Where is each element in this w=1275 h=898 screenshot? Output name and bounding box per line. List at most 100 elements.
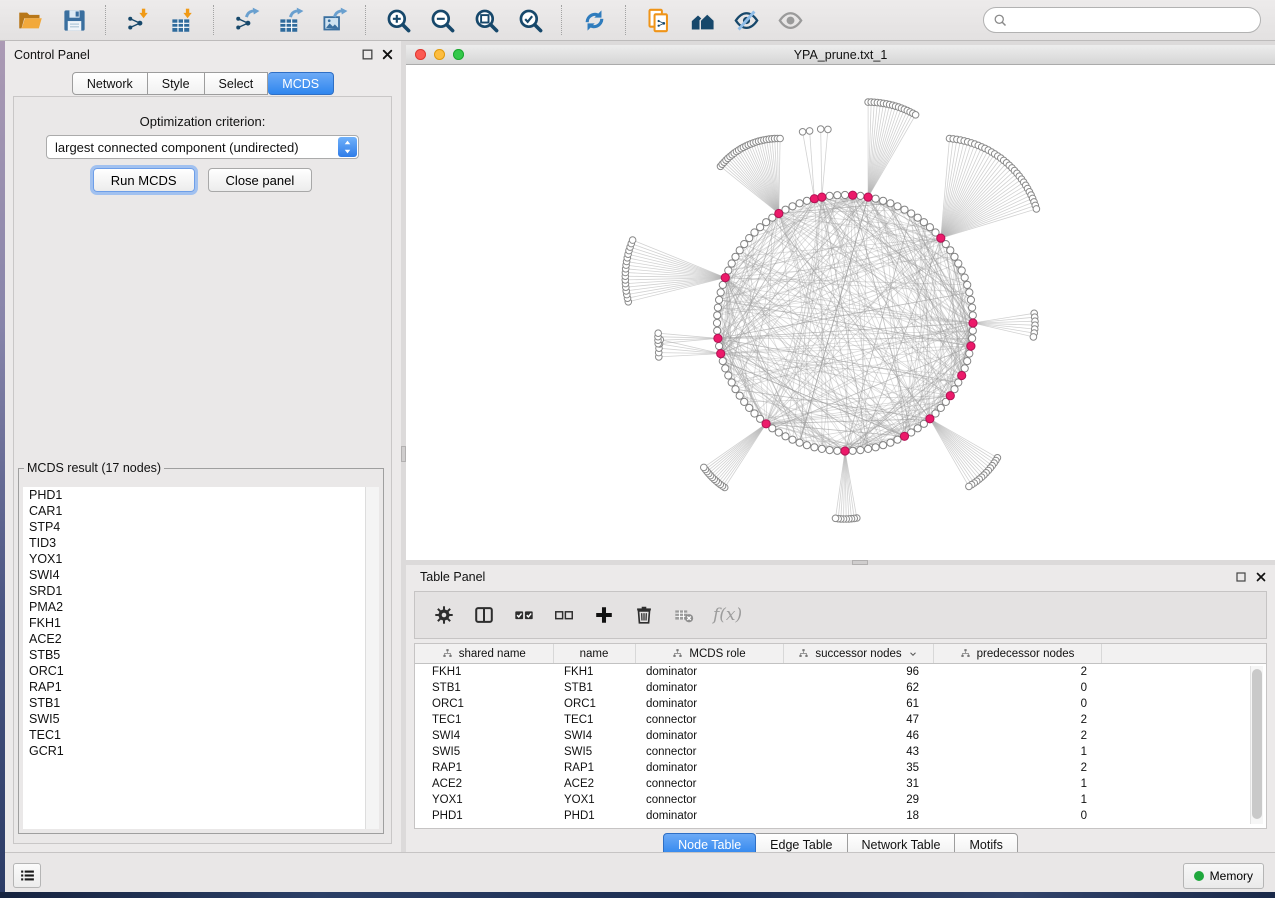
name-cell[interactable]: RAP1 (553, 760, 635, 776)
zoom-out-button[interactable] (422, 3, 462, 37)
shared-name-cell[interactable]: ORC1 (415, 696, 553, 712)
successor-nodes-cell[interactable]: 62 (783, 680, 933, 696)
hide-graphics-details-button[interactable] (726, 3, 766, 37)
zoom-in-button[interactable] (378, 3, 418, 37)
name-cell[interactable]: ORC1 (553, 696, 635, 712)
predecessor-nodes-cell[interactable]: 0 (933, 696, 1101, 712)
memory-button[interactable]: Memory (1183, 863, 1264, 889)
successor-nodes-cell[interactable]: 47 (783, 712, 933, 728)
tab-network[interactable]: Network (72, 72, 148, 95)
zoom-selected-button[interactable] (510, 3, 550, 37)
refresh-view-button[interactable] (574, 3, 614, 37)
successor-nodes-cell[interactable]: 46 (783, 728, 933, 744)
mcds-role-cell[interactable]: dominator (635, 808, 783, 824)
mcds-role-cell[interactable]: dominator (635, 760, 783, 776)
mcds-result-item[interactable]: STB5 (23, 647, 379, 663)
mcds-result-item[interactable]: SRD1 (23, 583, 379, 599)
select-all-button[interactable] (513, 604, 535, 626)
network-window-titlebar[interactable]: YPA_prune.txt_1 (406, 45, 1275, 65)
column-header-name[interactable]: name (553, 644, 635, 664)
name-cell[interactable]: TEC1 (553, 712, 635, 728)
mcds-role-cell[interactable]: connector (635, 744, 783, 760)
mcds-result-item[interactable]: STB1 (23, 695, 379, 711)
mcds-result-item[interactable]: ORC1 (23, 663, 379, 679)
mcds-role-cell[interactable]: dominator (635, 664, 783, 681)
successor-nodes-cell[interactable]: 61 (783, 696, 933, 712)
table-row[interactable]: SWI5SWI5connector431 (415, 744, 1266, 760)
table-row[interactable]: YOX1YOX1connector291 (415, 792, 1266, 808)
mcds-result-item[interactable]: SWI5 (23, 711, 379, 727)
export-image-button[interactable] (314, 3, 354, 37)
mcds-result-item[interactable]: GCR1 (23, 743, 379, 759)
table-scrollbar-thumb[interactable] (1252, 669, 1262, 819)
mcds-role-cell[interactable]: dominator (635, 728, 783, 744)
export-network-button[interactable] (226, 3, 266, 37)
table-row[interactable]: PHD1PHD1dominator180 (415, 808, 1266, 824)
save-session-button[interactable] (54, 3, 94, 37)
name-cell[interactable]: YOX1 (553, 792, 635, 808)
shared-name-cell[interactable]: PHD1 (415, 808, 553, 824)
shared-name-cell[interactable]: FKH1 (415, 664, 553, 681)
shared-name-cell[interactable]: YOX1 (415, 792, 553, 808)
add-column-button[interactable] (593, 604, 615, 626)
float-panel-icon[interactable] (361, 48, 374, 61)
mcds-result-item[interactable]: ACE2 (23, 631, 379, 647)
table-row[interactable]: RAP1RAP1dominator352 (415, 760, 1266, 776)
predecessor-nodes-cell[interactable]: 2 (933, 664, 1101, 681)
close-panel-button[interactable]: Close panel (208, 168, 313, 192)
mcds-role-cell[interactable]: connector (635, 792, 783, 808)
mcds-result-item[interactable]: CAR1 (23, 503, 379, 519)
name-cell[interactable]: ACE2 (553, 776, 635, 792)
delete-column-button[interactable] (633, 604, 655, 626)
shared-name-cell[interactable]: ACE2 (415, 776, 553, 792)
task-history-button[interactable] (13, 863, 41, 888)
successor-nodes-cell[interactable]: 43 (783, 744, 933, 760)
predecessor-nodes-cell[interactable]: 1 (933, 776, 1101, 792)
shared-name-cell[interactable]: SWI5 (415, 744, 553, 760)
predecessor-nodes-cell[interactable]: 2 (933, 728, 1101, 744)
import-network-button[interactable] (118, 3, 158, 37)
tab-select[interactable]: Select (205, 72, 269, 95)
mcds-result-item[interactable]: PMA2 (23, 599, 379, 615)
run-mcds-button[interactable]: Run MCDS (93, 168, 195, 192)
export-table-button[interactable] (270, 3, 310, 37)
mcds-result-item[interactable]: FKH1 (23, 615, 379, 631)
shared-name-cell[interactable]: SWI4 (415, 728, 553, 744)
successor-nodes-cell[interactable]: 96 (783, 664, 933, 681)
search-input[interactable] (1013, 12, 1251, 28)
table-row[interactable]: ACE2ACE2connector311 (415, 776, 1266, 792)
successor-nodes-cell[interactable]: 18 (783, 808, 933, 824)
result-scrollbar[interactable] (365, 487, 379, 829)
import-table-button[interactable] (162, 3, 202, 37)
mcds-result-item[interactable]: TID3 (23, 535, 379, 551)
close-table-panel-icon[interactable] (1255, 571, 1268, 584)
predecessor-nodes-cell[interactable]: 1 (933, 744, 1101, 760)
mcds-result-item[interactable]: STP4 (23, 519, 379, 535)
name-cell[interactable]: PHD1 (553, 808, 635, 824)
name-cell[interactable]: FKH1 (553, 664, 635, 681)
column-header-mcds-role[interactable]: MCDS role (635, 644, 783, 664)
split-panel-button[interactable] (473, 604, 495, 626)
successor-nodes-cell[interactable]: 29 (783, 792, 933, 808)
deselect-all-button[interactable] (553, 604, 575, 626)
open-file-button[interactable] (10, 3, 50, 37)
name-cell[interactable]: SWI4 (553, 728, 635, 744)
mcds-role-cell[interactable]: connector (635, 776, 783, 792)
predecessor-nodes-cell[interactable]: 2 (933, 760, 1101, 776)
table-row[interactable]: SWI4SWI4dominator462 (415, 728, 1266, 744)
share-document-button[interactable] (638, 3, 678, 37)
table-row[interactable]: FKH1FKH1dominator962 (415, 664, 1266, 681)
name-cell[interactable]: STB1 (553, 680, 635, 696)
float-table-panel-icon[interactable] (1235, 571, 1248, 584)
table-row[interactable]: TEC1TEC1connector472 (415, 712, 1266, 728)
table-row[interactable]: ORC1ORC1dominator610 (415, 696, 1266, 712)
column-header-successor-nodes[interactable]: successor nodes (783, 644, 933, 664)
mcds-role-cell[interactable]: connector (635, 712, 783, 728)
tab-style[interactable]: Style (148, 72, 205, 95)
mcds-result-item[interactable]: SWI4 (23, 567, 379, 583)
mcds-result-item[interactable]: PHD1 (23, 487, 379, 503)
network-canvas[interactable] (406, 65, 1275, 560)
table-settings-button[interactable] (433, 604, 455, 626)
successor-nodes-cell[interactable]: 35 (783, 760, 933, 776)
mcds-role-cell[interactable]: dominator (635, 696, 783, 712)
